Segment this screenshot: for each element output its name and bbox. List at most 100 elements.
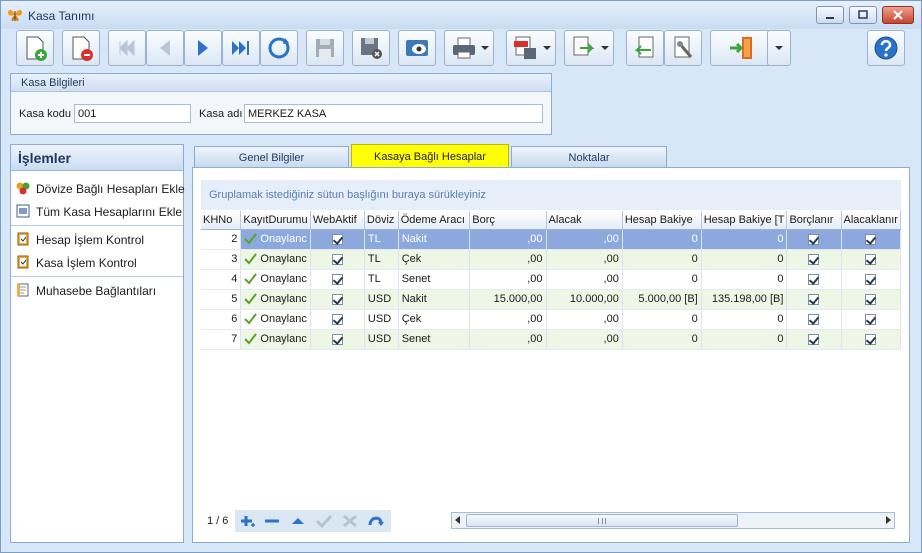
pdf-export-button[interactable]: [506, 30, 556, 66]
refresh-grid-icon[interactable]: [367, 513, 385, 529]
cell-alacaklanir[interactable]: [841, 289, 901, 310]
checkbox-checked-icon[interactable]: [331, 293, 343, 305]
checkbox-checked-icon[interactable]: [331, 253, 343, 265]
dovize-bagli-hesaplari-ekle-link[interactable]: Dövize Bağlı Hesapları Ekle: [11, 177, 185, 200]
cell-borc[interactable]: ,00: [469, 329, 547, 350]
column-header-alacaklanir[interactable]: Alacaklanır: [841, 211, 901, 230]
checkbox-checked-icon[interactable]: [331, 313, 343, 325]
cell-alacaklanir[interactable]: [841, 229, 901, 250]
save-button[interactable]: [306, 30, 344, 66]
cell-hesap-bakiye-t[interactable]: 0: [701, 309, 788, 330]
cell-borc[interactable]: ,00: [469, 249, 547, 270]
export-button[interactable]: [564, 30, 614, 66]
cell-alacak[interactable]: 10.000,00: [546, 289, 623, 310]
cell-alacak[interactable]: ,00: [546, 249, 623, 270]
cell-hesap-bakiye-t[interactable]: 0: [701, 269, 788, 290]
delete-record-button[interactable]: [62, 30, 100, 66]
cell-doviz[interactable]: TL: [364, 229, 399, 250]
cell-alacak[interactable]: ,00: [546, 229, 623, 250]
cell-hesap-bakiye[interactable]: 5.000,00 [B]: [622, 289, 702, 310]
group-by-drop-area[interactable]: Gruplamak istediğiniz sütun başlığını bu…: [201, 180, 901, 210]
table-row[interactable]: 4 Onaylanc TL Senet ,00,00 0 0: [201, 269, 901, 290]
column-header-borclanir[interactable]: Borçlanır: [786, 211, 842, 230]
muhasebe-baglantilari-link[interactable]: Muhasebe Bağlantıları: [11, 279, 183, 302]
checkbox-checked-icon[interactable]: [808, 293, 820, 305]
hesap-islem-kontrol-link[interactable]: Hesap İşlem Kontrol: [11, 228, 183, 251]
cell-kayit-durumu[interactable]: Onaylanc: [240, 289, 311, 310]
kasa-kodu-input[interactable]: [74, 104, 191, 123]
cell-alacaklanir[interactable]: [841, 329, 901, 350]
cell-hesap-bakiye-t[interactable]: 0: [701, 229, 788, 250]
cell-borclanir[interactable]: [786, 309, 842, 330]
cell-borclanir[interactable]: [786, 269, 842, 290]
column-header-web-aktif[interactable]: WebAktif: [310, 211, 365, 230]
table-row[interactable]: 5 Onaylanc USD Nakit 15.000,00 10.000,00 5.000…: [201, 289, 901, 310]
cell-hesap-bakiye-t[interactable]: 0: [701, 329, 788, 350]
checkbox-checked-icon[interactable]: [808, 253, 820, 265]
cell-alacaklanir[interactable]: [841, 269, 901, 290]
cell-hesap-bakiye[interactable]: 0: [622, 249, 702, 270]
column-header-odeme-araci[interactable]: Ödeme Aracı: [398, 211, 471, 230]
cell-hesap-bakiye[interactable]: 0: [622, 309, 702, 330]
cell-alacak[interactable]: ,00: [546, 329, 623, 350]
checkbox-checked-icon[interactable]: [331, 273, 343, 285]
checkbox-checked-icon[interactable]: [865, 293, 877, 305]
cell-doviz[interactable]: USD: [364, 309, 399, 330]
cell-hesap-bakiye[interactable]: 0: [622, 269, 702, 290]
add-record-icon[interactable]: [239, 513, 257, 529]
cell-odeme-araci[interactable]: Nakit: [398, 229, 471, 250]
cell-khno[interactable]: 4: [201, 269, 242, 290]
checkbox-checked-icon[interactable]: [865, 233, 877, 245]
cell-kayit-durumu[interactable]: Onaylanc: [240, 329, 311, 350]
cell-odeme-araci[interactable]: Çek: [398, 309, 471, 330]
maximize-button[interactable]: [849, 6, 877, 24]
checkbox-checked-icon[interactable]: [808, 333, 820, 345]
cell-odeme-araci[interactable]: Senet: [398, 329, 471, 350]
cell-khno[interactable]: 2: [201, 229, 242, 250]
tab-kasaya-bagli-hesaplar[interactable]: Kasaya Bağlı Hesaplar: [351, 144, 509, 168]
scrollbar-thumb[interactable]: [466, 514, 738, 527]
column-header-borc[interactable]: Borç: [469, 211, 547, 230]
cell-kayit-durumu[interactable]: Onaylanc: [240, 249, 311, 270]
column-header-khno[interactable]: KHNo: [201, 211, 242, 230]
exit-options-dropdown[interactable]: [767, 30, 791, 66]
kasa-islem-kontrol-link[interactable]: Kasa İşlem Kontrol: [11, 251, 183, 274]
cell-borc[interactable]: ,00: [469, 229, 547, 250]
table-row[interactable]: 3 Onaylanc TL Çek ,00,00 0 0: [201, 249, 901, 270]
checkbox-checked-icon[interactable]: [865, 313, 877, 325]
cell-borclanir[interactable]: [786, 249, 842, 270]
column-header-alacak[interactable]: Alacak: [546, 211, 623, 230]
cell-web-aktif[interactable]: [310, 289, 365, 310]
next-record-button[interactable]: [184, 30, 222, 66]
column-header-kayit-durumu[interactable]: KayıtDurumu: [240, 211, 311, 230]
table-row[interactable]: 2 Onaylanc TL Nakit ,00,00 0 0: [201, 229, 901, 250]
tab-genel-bilgiler[interactable]: Genel Bilgiler: [194, 146, 349, 168]
column-header-hesap-bakiye-t[interactable]: Hesap Bakiye [T: [701, 211, 788, 230]
preview-button[interactable]: [398, 30, 436, 66]
new-record-button[interactable]: [16, 30, 54, 66]
exit-button[interactable]: [710, 30, 774, 66]
cell-borclanir[interactable]: [786, 329, 842, 350]
tools-button[interactable]: [664, 30, 702, 66]
cell-kayit-durumu[interactable]: Onaylanc: [240, 269, 311, 290]
cell-khno[interactable]: 5: [201, 289, 242, 310]
previous-record-button[interactable]: [146, 30, 184, 66]
cell-web-aktif[interactable]: [310, 269, 365, 290]
cell-doviz[interactable]: TL: [364, 269, 399, 290]
horizontal-scrollbar[interactable]: [451, 512, 895, 529]
cell-doviz[interactable]: TL: [364, 249, 399, 270]
close-button[interactable]: [882, 6, 914, 24]
cell-kayit-durumu[interactable]: Onaylanc: [240, 229, 311, 250]
checkbox-checked-icon[interactable]: [865, 253, 877, 265]
cell-hesap-bakiye[interactable]: 0: [622, 229, 702, 250]
checkbox-checked-icon[interactable]: [808, 273, 820, 285]
cell-doviz[interactable]: USD: [364, 289, 399, 310]
cell-borc[interactable]: ,00: [469, 269, 547, 290]
help-button[interactable]: [867, 30, 905, 66]
cell-odeme-araci[interactable]: Çek: [398, 249, 471, 270]
move-up-icon[interactable]: [289, 513, 307, 529]
checkbox-checked-icon[interactable]: [331, 333, 343, 345]
checkbox-checked-icon[interactable]: [865, 333, 877, 345]
cell-alacak[interactable]: ,00: [546, 269, 623, 290]
cell-kayit-durumu[interactable]: Onaylanc: [240, 309, 311, 330]
